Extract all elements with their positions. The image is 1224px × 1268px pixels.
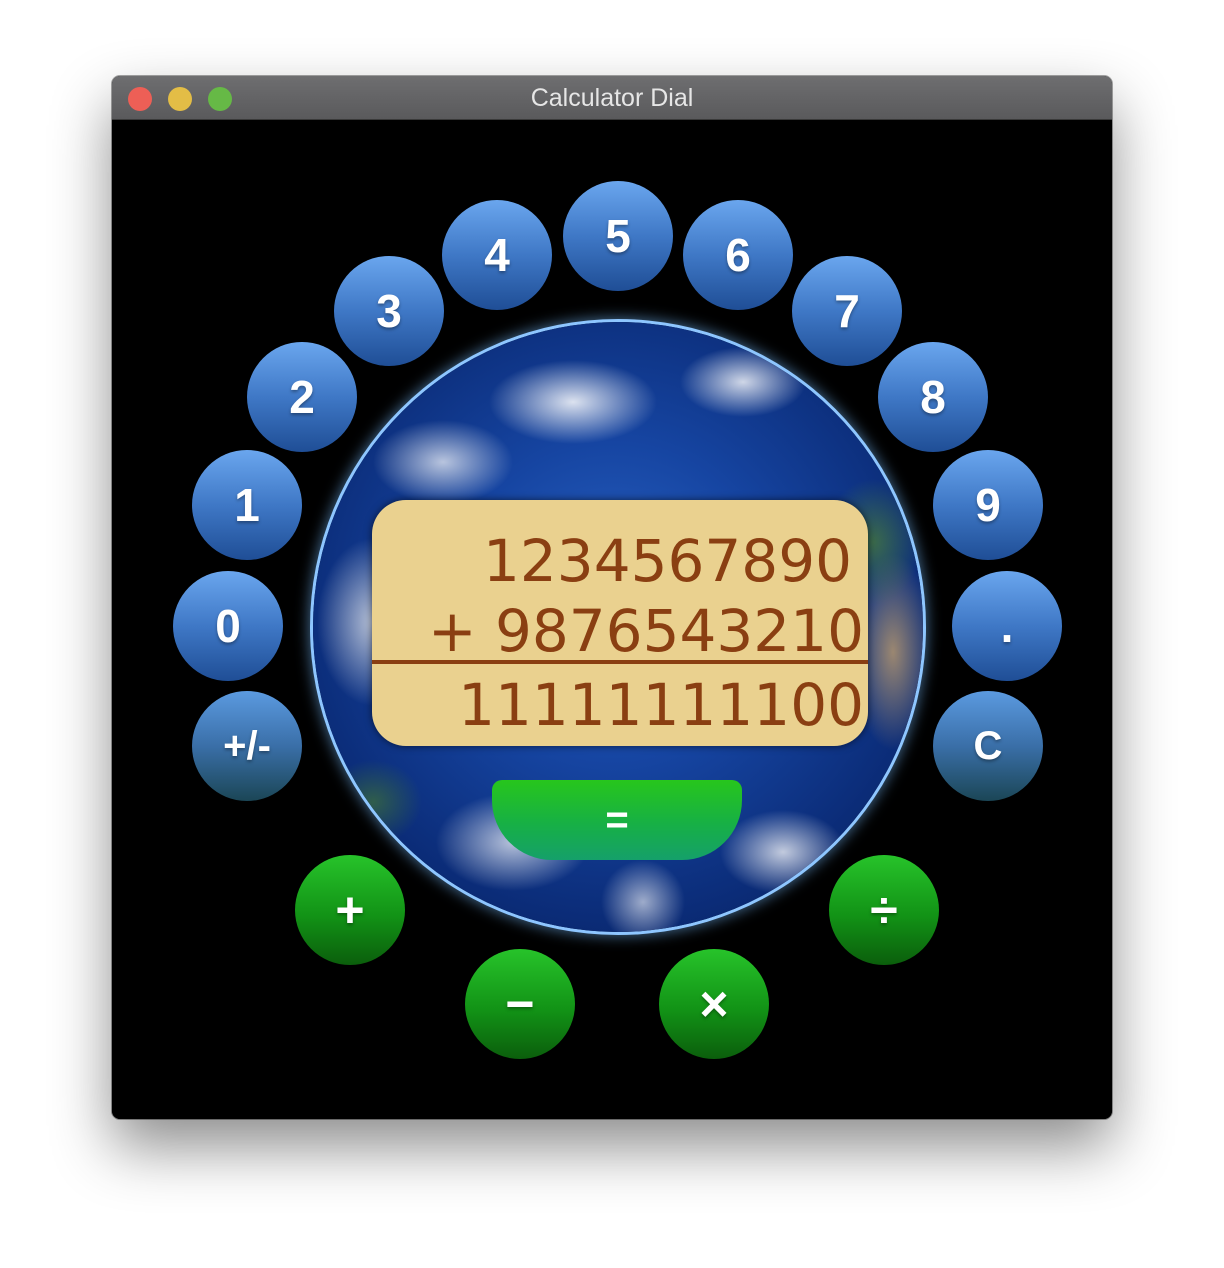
digit-6-button[interactable]: 6 <box>683 200 793 310</box>
add-button[interactable]: + <box>295 855 405 965</box>
multiply-button[interactable]: × <box>659 949 769 1059</box>
title-bar[interactable]: Calculator Dial <box>112 76 1112 120</box>
display-operand: 1234567890 <box>482 527 852 595</box>
clear-button[interactable]: C <box>933 691 1043 801</box>
display-operation: + 9876543210 <box>427 597 864 665</box>
display-result: 11111111100 <box>458 671 864 739</box>
equals-button[interactable]: = <box>492 780 742 860</box>
digit-5-button[interactable]: 5 <box>563 181 673 291</box>
digit-2-button[interactable]: 2 <box>247 342 357 452</box>
window-title: Calculator Dial <box>530 84 694 112</box>
digit-1-button[interactable]: 1 <box>192 450 302 560</box>
calculator-area: 1234567890 + 9876543210 11111111100 0 1 … <box>112 120 1112 1119</box>
display-divider <box>372 660 868 664</box>
app-window: Calculator Dial 1234567890 + 9876543210 … <box>112 76 1112 1119</box>
digit-4-button[interactable]: 4 <box>442 200 552 310</box>
digit-9-button[interactable]: 9 <box>933 450 1043 560</box>
negate-button[interactable]: +/- <box>192 691 302 801</box>
digit-0-button[interactable]: 0 <box>173 571 283 681</box>
subtract-button[interactable]: − <box>465 949 575 1059</box>
divide-button[interactable]: ÷ <box>829 855 939 965</box>
digit-8-button[interactable]: 8 <box>878 342 988 452</box>
digit-7-button[interactable]: 7 <box>792 256 902 366</box>
decimal-point-button[interactable]: . <box>952 571 1062 681</box>
calculator-display: 1234567890 + 9876543210 11111111100 <box>372 500 868 746</box>
digit-3-button[interactable]: 3 <box>334 256 444 366</box>
